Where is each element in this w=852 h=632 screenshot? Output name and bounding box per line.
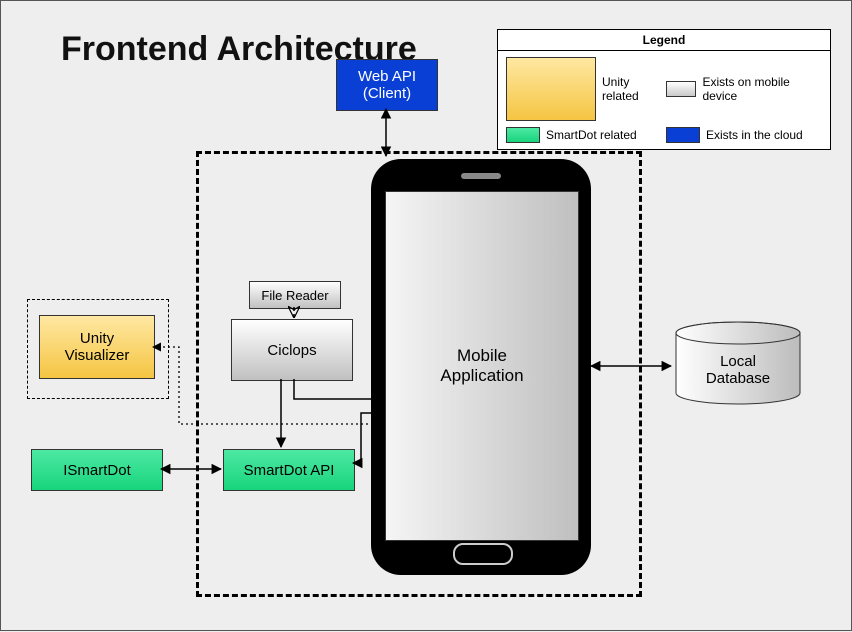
legend-label: Unity related bbox=[602, 75, 654, 103]
swatch-icon bbox=[506, 57, 596, 121]
swatch-icon bbox=[666, 127, 700, 143]
legend-row-smartdot: SmartDot related bbox=[506, 127, 654, 143]
legend-label: Exists in the cloud bbox=[706, 128, 803, 142]
phone-icon: Mobile Application bbox=[371, 159, 591, 575]
legend-row-cloud: Exists in the cloud bbox=[666, 127, 814, 143]
legend-label: SmartDot related bbox=[546, 128, 637, 142]
node-web-api: Web API (Client) bbox=[336, 59, 438, 111]
legend-label: Exists on mobile device bbox=[702, 75, 814, 103]
legend: Legend Unity related Exists on mobile de… bbox=[497, 29, 831, 150]
legend-row-unity: Unity related bbox=[506, 57, 654, 121]
legend-header: Legend bbox=[498, 30, 830, 51]
node-ismartdot: ISmartDot bbox=[31, 449, 163, 491]
legend-row-mobile-device: Exists on mobile device bbox=[666, 57, 814, 121]
node-smartdot-api: SmartDot API bbox=[223, 449, 355, 491]
node-mobile-application: Mobile Application bbox=[385, 191, 579, 541]
home-button-icon bbox=[453, 543, 513, 565]
swatch-icon bbox=[506, 127, 540, 143]
node-unity-visualizer: Unity Visualizer bbox=[39, 315, 155, 379]
node-file-reader: File Reader bbox=[249, 281, 341, 309]
node-local-database: Local Database bbox=[673, 321, 803, 411]
local-database-label: Local Database bbox=[673, 321, 803, 411]
node-ciclops: Ciclops bbox=[231, 319, 353, 381]
swatch-icon bbox=[666, 81, 696, 97]
